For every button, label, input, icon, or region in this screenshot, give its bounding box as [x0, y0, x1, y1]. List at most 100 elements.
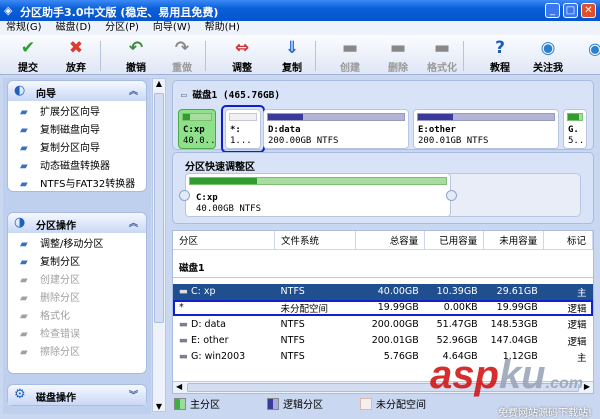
sidebar-item[interactable]: ▰ 扩展分区向导: [8, 104, 146, 122]
partition-block[interactable]: C:xp40.0...: [178, 109, 216, 149]
collapse-icon[interactable]: ︽: [129, 84, 138, 97]
item-icon: ▰: [20, 293, 28, 304]
cell: 逻辑: [567, 303, 587, 315]
toolbar-button-1[interactable]: ✖ 放弃: [53, 37, 99, 74]
toolbar-separator: [100, 41, 101, 71]
legend-unallocated: 未分配空间: [360, 396, 426, 411]
left-panel: ◐ 向导 ︽ ▰ 扩展分区向导 ▰ 复制磁盘向导 ▰ 复制分区向导 ▰ 动态磁盘转换器 ▰ NTFS与…: [3, 78, 151, 414]
scroll-down-icon[interactable]: ▼: [153, 402, 165, 411]
drive-icon: ▬: [179, 351, 191, 363]
sidebar-item-label: 调整/移动分区: [40, 239, 104, 250]
item-icon: ▰: [20, 179, 28, 190]
menu-item[interactable]: 常规(G): [6, 21, 42, 35]
check-icon: ✔: [20, 38, 36, 58]
sidebar-item[interactable]: ▰ 调整/移动分区: [8, 236, 146, 254]
cell: 10.39GB: [436, 286, 478, 298]
cell: 200.00GB: [371, 318, 419, 330]
minimize-button[interactable]: _: [545, 3, 560, 18]
close-button[interactable]: ✕: [581, 3, 596, 18]
cell: 逻辑: [567, 336, 587, 348]
sidebar-item[interactable]: ▰ NTFS与FAT32转换器: [8, 176, 146, 194]
toolbar-label: 教程: [490, 63, 510, 74]
cell: NTFS: [280, 318, 305, 330]
scroll-left-icon[interactable]: ◀: [176, 382, 182, 391]
toolbar-button-7[interactable]: ▬ 删除: [375, 37, 421, 74]
left-scrollbar[interactable]: ▲ ▼: [152, 78, 166, 412]
cell: 148.53GB: [490, 318, 538, 330]
partition-block[interactable]: G. 5..: [563, 109, 587, 149]
toolbar-button-10[interactable]: ◉ 关注我: [525, 37, 571, 74]
drive-icon: ▬: [179, 335, 191, 347]
toolbar-button-8[interactable]: ▬ 格式化: [419, 37, 465, 74]
right-resize-handle[interactable]: [446, 190, 457, 201]
cell: NTFS: [280, 335, 305, 347]
scroll-up-icon[interactable]: ▲: [153, 79, 165, 88]
maximize-button[interactable]: □: [563, 3, 578, 18]
table-row[interactable]: ▬ E: other NTFS 200.01GB 52.96GB 147.04GB 逻辑: [173, 332, 593, 348]
table-row[interactable]: ▬ C: xp NTFS 40.00GB 10.39GB 29.61GB 主: [173, 283, 593, 300]
column-header[interactable]: 未用容量: [483, 231, 545, 250]
cell: D: data: [191, 318, 226, 330]
toolbar-label: 放弃: [66, 63, 86, 74]
logical-swatch: [267, 397, 279, 410]
menu-item[interactable]: 帮助(H): [205, 21, 240, 35]
sidebar-item[interactable]: ▰ 格式化: [8, 308, 146, 326]
scroll-thumb[interactable]: [154, 93, 164, 323]
left-resize-handle[interactable]: [179, 190, 190, 201]
quick-adjust-partition[interactable]: C:xp 40.00GB NTFS: [185, 173, 451, 217]
sidebar-item[interactable]: ▰ 擦除分区: [8, 344, 146, 362]
delete-icon: ▬: [389, 38, 407, 58]
toolbar-button-4[interactable]: ⇔ 调整: [219, 37, 265, 74]
table-row[interactable]: * 未分配空间 19.99GB 0.00KB 19.99GB 逻辑: [173, 299, 593, 317]
sidebar-item[interactable]: ▰ 检查错误: [8, 326, 146, 344]
sidebar-item-label: 擦除分区: [40, 347, 80, 358]
column-header[interactable]: 已用容量: [424, 231, 485, 250]
menu-item[interactable]: 分区(P): [105, 21, 139, 35]
menu-item[interactable]: 磁盘(D): [56, 21, 92, 35]
sidebar-item[interactable]: ▰ 复制磁盘向导: [8, 122, 146, 140]
toolbar-button-2[interactable]: ↶ 撤销: [113, 37, 159, 74]
partition-name: D:data: [268, 125, 301, 135]
toolbar-button-5[interactable]: ⇓ 复制: [269, 37, 315, 74]
column-header[interactable]: 分区: [173, 231, 276, 250]
toolbar-label: 复制: [282, 63, 302, 74]
disk-ops-header[interactable]: ⚙ 磁盘操作 ︾: [8, 385, 146, 405]
toolbar-button-3[interactable]: ↷ 重做: [159, 37, 205, 74]
collapse-icon[interactable]: ︽: [129, 216, 138, 229]
usage-bar: [267, 113, 405, 121]
sidebar-item[interactable]: ▰ 删除分区: [8, 290, 146, 308]
wizard-group: ◐ 向导 ︽ ▰ 扩展分区向导 ▰ 复制磁盘向导 ▰ 复制分区向导 ▰ 动态磁盘转换器 ▰ NTFS与…: [7, 80, 147, 192]
menu-item[interactable]: 向导(W): [153, 21, 191, 35]
toolbar-button-6[interactable]: ▬ 创建: [327, 37, 373, 74]
column-header[interactable]: 标记: [543, 231, 593, 250]
wizard-group-header[interactable]: ◐ 向导 ︽: [8, 81, 146, 101]
partition-size: 200.01GB NTFS: [418, 136, 489, 146]
table-row[interactable]: ▬ D: data NTFS 200.00GB 51.47GB 148.53GB 逻辑: [173, 316, 593, 332]
cell: 未分配空间: [280, 303, 329, 315]
column-header[interactable]: 文件系统: [274, 231, 357, 250]
quick-adjust-area: 分区快速调整区 C:xp 40.00GB NTFS: [172, 152, 594, 224]
toolbar-button-9[interactable]: ? 教程: [477, 37, 523, 74]
title-bar: ◈ 分区助手3.0中文版 (稳定、易用且免费): [0, 0, 600, 21]
sidebar-item[interactable]: ▰ 动态磁盘转换器: [8, 158, 146, 176]
disk-map: ▭ 磁盘1 (465.76GB) C:xp40.0...*:1...D:data…: [172, 80, 594, 153]
disk-row[interactable]: 磁盘1: [173, 257, 593, 278]
more-icon[interactable]: ◉: [588, 39, 600, 58]
toolbar-separator: [315, 41, 316, 71]
partition-size: 40.0...: [183, 136, 216, 146]
sidebar-item-label: 复制磁盘向导: [40, 125, 100, 136]
toolbar-button-0[interactable]: ✔ 提交: [5, 37, 51, 74]
cell: E: other: [191, 335, 229, 347]
cell: 51.47GB: [436, 318, 478, 330]
partition-block[interactable]: E:other 200.01GB NTFS: [413, 109, 559, 149]
expand-icon[interactable]: ︾: [129, 388, 138, 401]
sidebar-item[interactable]: ▰ 复制分区向导: [8, 140, 146, 158]
sidebar-item[interactable]: ▰ 创建分区: [8, 272, 146, 290]
format-icon: ▬: [433, 38, 451, 58]
column-header[interactable]: 总容量: [355, 231, 426, 250]
usage-bar: [567, 113, 583, 121]
partition-ops-header[interactable]: ◑ 分区操作 ︽: [8, 213, 146, 233]
cell: 147.04GB: [490, 335, 538, 347]
sidebar-item[interactable]: ▰ 复制分区: [8, 254, 146, 272]
partition-block[interactable]: D:data 200.00GB NTFS: [263, 109, 409, 149]
